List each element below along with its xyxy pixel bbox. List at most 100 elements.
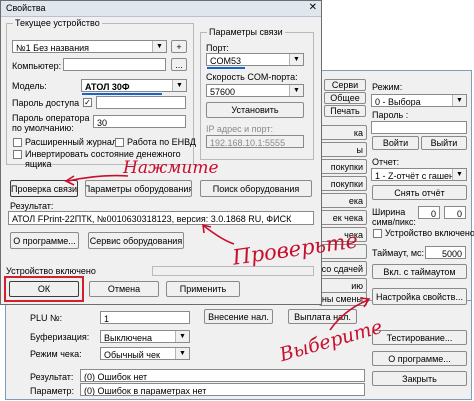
bg-button[interactable]: ы <box>319 142 367 157</box>
bg-button[interactable]: ек чека <box>319 210 367 225</box>
ext-journal-label: Расширенный журнал <box>25 137 118 147</box>
login-button[interactable]: Войти <box>372 136 419 150</box>
ok-button[interactable]: ОК <box>9 281 79 297</box>
bg-result-label: Результат: <box>30 372 74 382</box>
bg-button[interactable]: ека <box>319 193 367 208</box>
operator-password-input[interactable]: 30 <box>93 115 186 128</box>
port-highlight-underline <box>207 67 245 69</box>
computer-label: Компьютер: <box>12 61 62 71</box>
equipment-service-button[interactable]: Сервис оборудования <box>88 232 184 249</box>
set-connection-button[interactable]: Установить <box>206 102 304 118</box>
width-input-1[interactable]: 0 <box>418 206 440 219</box>
logout-button[interactable]: Выйти <box>421 136 467 150</box>
result-label: Результат: <box>10 201 54 211</box>
ext-journal-checkbox[interactable] <box>13 138 22 147</box>
chevron-down-icon: ▼ <box>452 169 466 180</box>
tab-print[interactable]: Печать <box>324 105 366 117</box>
buffer-select-value: Выключена <box>104 333 152 343</box>
model-select-value: АТОЛ 30Ф <box>85 82 130 92</box>
close-button[interactable]: Закрыть <box>372 371 467 386</box>
access-password-label: Пароль доступа <box>12 98 80 108</box>
dialog-titlebar: Свойства ✕ <box>1 1 321 17</box>
report-label: Отчет: <box>372 157 400 167</box>
port-select[interactable]: COM53 ▼ <box>206 53 304 66</box>
mode-select[interactable]: 0 - Выбора ▼ <box>371 94 467 107</box>
enable-device-checkbox[interactable] <box>373 229 382 238</box>
close-icon[interactable]: ✕ <box>309 2 317 13</box>
envd-checkbox[interactable] <box>115 138 124 147</box>
tab-service[interactable]: Серви <box>324 79 366 91</box>
model-highlight-underline <box>82 93 162 95</box>
bg-button[interactable]: покупки <box>319 176 367 191</box>
ip-label: IP адрес и порт: <box>206 124 273 134</box>
buffer-label: Буферизация: <box>30 332 90 342</box>
report-select[interactable]: 1 - Z-отчёт с гашение ▼ <box>371 168 467 181</box>
take-report-button[interactable]: Снять отчёт <box>372 185 467 200</box>
browse-computer-button[interactable]: ... <box>171 58 187 71</box>
chevron-down-icon: ▼ <box>289 85 303 96</box>
timeout-button[interactable]: Вкл. с таймаутом <box>372 264 467 279</box>
chevron-down-icon: ▼ <box>289 54 303 65</box>
press-annotation: Нажмите <box>123 158 219 178</box>
bg-about-button[interactable]: О программе... <box>372 351 467 366</box>
about-button[interactable]: О программе... <box>10 232 79 249</box>
device-on-label: Устройство включено <box>6 266 96 276</box>
report-select-value: 1 - Z-отчёт с гашение <box>375 171 465 181</box>
plu-input[interactable]: 1 <box>100 311 190 324</box>
chevron-down-icon: ▼ <box>175 348 189 359</box>
search-equipment-button[interactable]: Поиск оборудования <box>200 180 312 197</box>
operator-password-label: Пароль оператора по умолчанию: <box>12 113 90 133</box>
model-select[interactable]: АТОЛ 30Ф ▼ <box>81 79 187 92</box>
envd-label: Работа по ЕНВД <box>127 137 196 147</box>
press-arrow-icon <box>64 174 129 186</box>
speed-select-value: 57600 <box>210 87 236 97</box>
chevron-down-icon: ▼ <box>175 331 189 342</box>
cash-in-button[interactable]: Внесение нал. <box>204 309 273 324</box>
model-label: Модель: <box>12 81 47 91</box>
receipt-mode-select[interactable]: Обычный чек ▼ <box>100 347 190 360</box>
bg-button[interactable]: покупки <box>319 159 367 174</box>
choose-arrow-icon <box>329 297 371 331</box>
device-select-value: №1 Без названия <box>16 43 90 53</box>
cancel-button[interactable]: Отмена <box>89 281 159 297</box>
chevron-down-icon: ▼ <box>152 41 166 52</box>
param-field: (0) Ошибок в параметрах нет <box>80 383 365 396</box>
apply-button[interactable]: Применить <box>166 281 240 297</box>
bg-button[interactable]: ию <box>319 278 367 293</box>
enable-device-label: Устройство включено <box>385 228 474 238</box>
chevron-down-icon: ▼ <box>452 95 466 106</box>
receipt-mode-label: Режим чека: <box>30 349 82 359</box>
computer-input[interactable] <box>63 58 166 71</box>
access-password-input[interactable] <box>96 96 186 109</box>
tab-general[interactable]: Общее <box>324 92 366 104</box>
bg-button[interactable]: ка <box>319 125 367 140</box>
plu-label: PLU №: <box>30 313 63 323</box>
bg-button[interactable]: со сдачей <box>319 261 367 276</box>
width-input-2[interactable]: 0 <box>444 206 466 219</box>
port-select-value: COM53 <box>210 56 242 66</box>
add-device-button[interactable]: + <box>171 40 187 53</box>
device-select[interactable]: №1 Без названия ▼ <box>12 40 167 53</box>
invert-drawer-checkbox[interactable] <box>13 150 22 159</box>
buffer-select[interactable]: Выключена ▼ <box>100 330 190 343</box>
current-device-group-title: Текущее устройство <box>13 18 102 28</box>
dialog-title: Свойства <box>6 3 46 13</box>
bg-result-field: (0) Ошибок нет <box>80 369 365 382</box>
access-password-checkbox[interactable]: ✓ <box>83 98 92 107</box>
receipt-mode-select-value: Обычный чек <box>104 350 160 360</box>
param-label: Параметр: <box>30 386 75 396</box>
mode-select-value: 0 - Выбора <box>375 97 421 107</box>
check-arrow-icon <box>202 223 235 245</box>
mode-label: Режим: <box>372 82 403 92</box>
ip-input[interactable]: 192.168.10.1:5555 <box>206 135 304 148</box>
timeout-label: Таймаут, мс: <box>372 248 425 258</box>
chevron-down-icon: ▼ <box>172 80 186 91</box>
result-field: АТОЛ FPrint-22ПТК, №0010630318123, верси… <box>8 211 314 225</box>
timeout-input[interactable]: 5000 <box>425 246 466 259</box>
password-label: Пароль : <box>372 110 409 120</box>
settings-button[interactable]: Настройка свойств... <box>372 288 467 305</box>
port-label: Порт: <box>206 43 229 53</box>
speed-select[interactable]: 57600 ▼ <box>206 84 304 97</box>
password-input[interactable] <box>371 121 467 134</box>
testing-button[interactable]: Тестирование... <box>372 330 467 345</box>
